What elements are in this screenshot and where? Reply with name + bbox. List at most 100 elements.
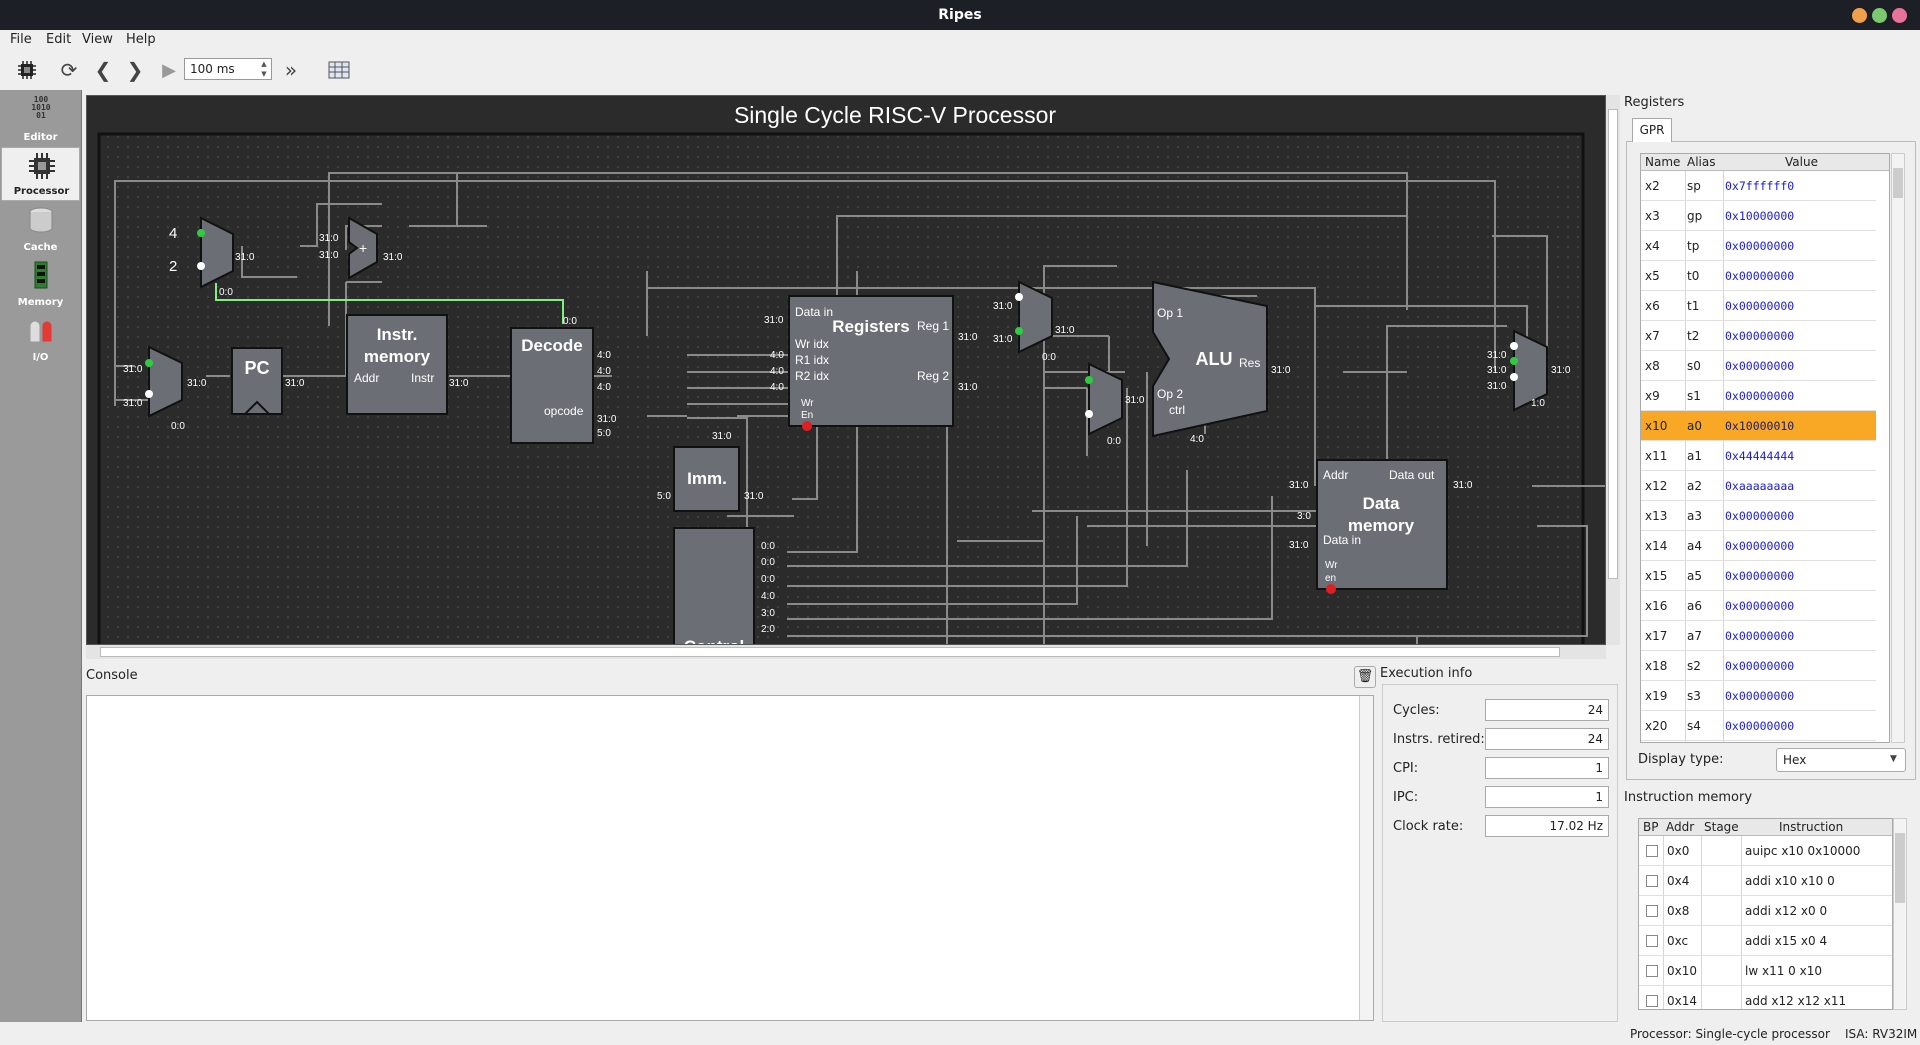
instruction-row[interactable]: 0x8 addi x12 x0 0 [1639,896,1892,926]
sidebar-item-editor[interactable]: 100 1010 01 Editor [1,92,80,146]
instruction-memory-table[interactable]: BP Addr Stage Instruction 0x0 auipc x10 0… [1638,818,1893,1010]
breakpoint-checkbox[interactable] [1646,965,1658,977]
register-value[interactable]: 0x00000000 [1725,659,1794,673]
control-title: Control [684,637,744,645]
sidebar-item-processor[interactable]: Processor [1,147,80,201]
bus-label: 31:0 [958,382,978,393]
register-value[interactable]: 0x00000000 [1725,599,1794,613]
diagram-vertical-scrollbar[interactable] [1606,95,1620,645]
close-button[interactable] [1892,8,1907,23]
breakpoint-checkbox[interactable] [1646,875,1658,887]
breakpoint-checkbox[interactable] [1646,935,1658,947]
scrollbar-thumb[interactable] [100,647,1560,657]
instruction-memory-scrollbar[interactable] [1893,818,1907,1010]
tab-gpr[interactable]: GPR [1632,118,1672,142]
menu-help[interactable]: Help [126,32,156,47]
register-value[interactable]: 0x00000000 [1725,719,1794,733]
register-name: x5 [1645,269,1660,283]
reverse-button[interactable]: ❮ [90,57,116,83]
register-table[interactable]: Name Alias Value x2 sp 0x7ffffff0 x3 gp 0x10… [1640,153,1890,743]
register-value[interactable]: 0x00000000 [1725,389,1794,403]
register-value[interactable]: 0x10000010 [1725,419,1794,433]
pipeline-table-button[interactable] [326,57,352,83]
register-row[interactable]: x3 gp 0x10000000 [1641,201,1876,231]
instruction-row[interactable]: 0x10 lw x11 0 x10 [1639,956,1892,986]
column-alias[interactable]: Alias [1687,155,1715,169]
diagram-horizontal-scrollbar[interactable] [86,645,1606,659]
fast-run-button[interactable]: » [278,57,304,83]
register-value[interactable]: 0x00000000 [1725,329,1794,343]
register-value[interactable]: 0x00000000 [1725,239,1794,253]
register-row[interactable]: x13 a3 0x00000000 [1641,501,1876,531]
scrollbar-thumb[interactable] [1895,833,1905,903]
register-table-scrollbar[interactable] [1891,153,1905,743]
column-stage[interactable]: Stage [1704,820,1739,834]
breakpoint-checkbox[interactable] [1646,995,1658,1007]
clear-console-button[interactable]: 🗑 [1354,666,1376,688]
maximize-button[interactable] [1872,8,1887,23]
column-name[interactable]: Name [1645,155,1680,169]
register-value[interactable]: 0x00000000 [1725,569,1794,583]
run-button[interactable]: ▶ [156,57,182,83]
select-processor-button[interactable] [14,57,40,83]
register-row[interactable]: x11 a1 0x44444444 [1641,441,1876,471]
instruction-row[interactable]: 0x4 addi x10 x10 0 [1639,866,1892,896]
instruction-row[interactable]: 0x14 add x12 x12 x11 [1639,986,1892,1009]
register-value[interactable]: 0x00000000 [1725,269,1794,283]
breakpoint-checkbox[interactable] [1646,905,1658,917]
register-value[interactable]: 0x00000000 [1725,629,1794,643]
sidebar-item-memory[interactable]: Memory [1,257,80,311]
register-row[interactable]: x16 a6 0x00000000 [1641,591,1876,621]
minimize-button[interactable] [1852,8,1867,23]
speed-spinner[interactable]: ▲ ▼ [258,59,270,79]
register-value[interactable]: 0x7ffffff0 [1725,179,1794,193]
execution-info-label: Execution info [1380,666,1473,681]
processor-diagram[interactable]: Single Cycle RISC-V Processor 4 2 + PC I… [86,95,1606,645]
register-value[interactable]: 0x00000000 [1725,689,1794,703]
register-row[interactable]: x20 s4 0x00000000 [1641,711,1876,741]
menu-edit[interactable]: Edit [46,32,71,47]
sidebar-item-cache[interactable]: Cache [1,202,80,256]
register-row[interactable]: x2 sp 0x7ffffff0 [1641,171,1876,201]
register-row[interactable]: x7 t2 0x00000000 [1641,321,1876,351]
bus-label: 31:0 [1055,325,1075,336]
register-row[interactable]: x14 a4 0x00000000 [1641,531,1876,561]
register-row[interactable]: x9 s1 0x00000000 [1641,381,1876,411]
registers-en: En [801,410,813,421]
register-value[interactable]: 0x00000000 [1725,299,1794,313]
register-row[interactable]: x18 s2 0x00000000 [1641,651,1876,681]
register-row[interactable]: x15 a5 0x00000000 [1641,561,1876,591]
menu-view[interactable]: View [82,32,113,47]
menu-file[interactable]: File [10,32,32,47]
display-type-select[interactable]: Hex [1776,748,1906,772]
scrollbar-thumb[interactable] [1893,168,1903,198]
register-value[interactable]: 0x00000000 [1725,509,1794,523]
instruction-row[interactable]: 0x0 auipc x10 0x10000 [1639,836,1892,866]
breakpoint-checkbox[interactable] [1646,845,1658,857]
register-value[interactable]: 0x00000000 [1725,539,1794,553]
register-row[interactable]: x4 tp 0x00000000 [1641,231,1876,261]
register-value[interactable]: 0x44444444 [1725,449,1794,463]
console-output[interactable] [86,695,1374,1021]
register-row[interactable]: x6 t1 0x00000000 [1641,291,1876,321]
reset-button[interactable]: ⟳ [56,57,82,83]
register-row[interactable]: x12 a2 0xaaaaaaaa [1641,471,1876,501]
column-value[interactable]: Value [1785,155,1818,169]
scrollbar-thumb[interactable] [1608,109,1618,579]
column-instruction[interactable]: Instruction [1779,820,1843,834]
instruction-row[interactable]: 0xc addi x15 x0 4 [1639,926,1892,956]
register-value[interactable]: 0xaaaaaaaa [1725,479,1794,493]
register-row[interactable]: x17 a7 0x00000000 [1641,621,1876,651]
column-bp[interactable]: BP [1643,820,1658,834]
console-scrollbar[interactable] [1359,696,1373,1020]
register-row[interactable]: x8 s0 0x00000000 [1641,351,1876,381]
sidebar-item-io[interactable]: I/O [1,312,80,366]
register-value[interactable]: 0x00000000 [1725,359,1794,373]
clock-button[interactable]: ❯ [122,57,148,83]
register-row[interactable]: x19 s3 0x00000000 [1641,681,1876,711]
register-value[interactable]: 0x10000000 [1725,209,1794,223]
bus-label: 4:0 [770,366,784,377]
register-row[interactable]: x5 t0 0x00000000 [1641,261,1876,291]
register-row-highlighted[interactable]: x10 a0 0x10000010 [1641,411,1876,441]
column-addr[interactable]: Addr [1666,820,1694,834]
